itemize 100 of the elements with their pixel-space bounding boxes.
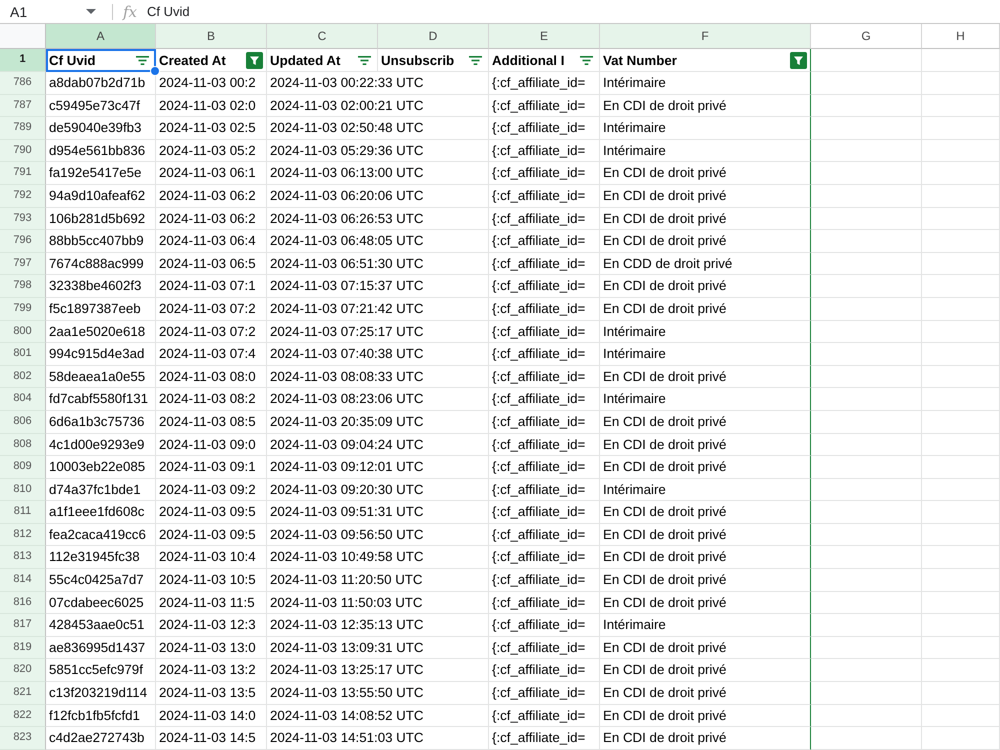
- name-box[interactable]: A1: [0, 1, 104, 22]
- table-cell: Intérimaire: [600, 478, 811, 502]
- formula-input[interactable]: Cf Uvid: [147, 1, 1000, 22]
- table-cell: {:cf_affiliate_id=: [489, 366, 600, 388]
- row-header[interactable]: 801: [0, 343, 46, 366]
- table-cell: 2024-11-03 07:25:17 UTC: [267, 320, 489, 344]
- table-cell: 2024-11-03 10:4: [156, 546, 267, 570]
- table-cell: 2024-11-03 08:08:33 UTC: [267, 366, 489, 388]
- table-cell: 2024-11-03 02:0: [156, 94, 267, 118]
- table-cell: {:cf_affiliate_id=: [489, 546, 600, 570]
- table-cell: {:cf_affiliate_id=: [489, 343, 600, 366]
- table-cell: 2024-11-03 06:4: [156, 230, 267, 253]
- table-cell: {:cf_affiliate_id=: [489, 614, 600, 637]
- column-header[interactable]: C: [267, 24, 378, 49]
- table-cell: En CDI de droit privé: [600, 366, 811, 388]
- table-cell: Intérimaire: [600, 72, 811, 95]
- row-header[interactable]: 798: [0, 275, 46, 298]
- filter-icon[interactable]: [246, 52, 263, 68]
- filter-icon[interactable]: [469, 56, 482, 64]
- table-cell: 2024-11-03 14:5: [156, 727, 267, 750]
- table-cell: {:cf_affiliate_id=: [489, 275, 600, 298]
- row-header[interactable]: 787: [0, 94, 46, 118]
- row-header[interactable]: 810: [0, 478, 46, 502]
- column-header[interactable]: F: [600, 24, 811, 49]
- table-cell: 2024-11-03 08:0: [156, 366, 267, 388]
- row-header[interactable]: 789: [0, 117, 46, 140]
- row-header[interactable]: 817: [0, 614, 46, 637]
- table-cell: 2024-11-03 09:56:50 UTC: [267, 524, 489, 546]
- column-header[interactable]: B: [156, 24, 267, 49]
- table-cell: 2024-11-03 14:08:52 UTC: [267, 704, 489, 728]
- row-header[interactable]: 809: [0, 456, 46, 479]
- row-header[interactable]: 786: [0, 72, 46, 95]
- table-cell: {:cf_affiliate_id=: [489, 162, 600, 185]
- table-cell: 2024-11-03 06:13:00 UTC: [267, 162, 489, 185]
- table-cell: En CDI de droit privé: [600, 275, 811, 298]
- column-title: Cf Uvid: [49, 53, 96, 68]
- table-cell: 2024-11-03 13:25:17 UTC: [267, 659, 489, 682]
- column-header[interactable]: E: [489, 24, 600, 49]
- table-cell: fea2caca419cc6: [46, 524, 156, 546]
- row-header[interactable]: 800: [0, 320, 46, 344]
- table-cell: 2024-11-03 07:21:42 UTC: [267, 298, 489, 321]
- table-cell: En CDI de droit privé: [600, 501, 811, 524]
- table-cell: fa192e5417e5e: [46, 162, 156, 185]
- row-header[interactable]: 804: [0, 388, 46, 411]
- table-cell: {:cf_affiliate_id=: [489, 478, 600, 502]
- row-header[interactable]: 797: [0, 252, 46, 276]
- table-cell: {:cf_affiliate_id=: [489, 184, 600, 208]
- table-cell: En CDI de droit privé: [600, 230, 811, 253]
- function-label: fx: [123, 2, 138, 20]
- row-header[interactable]: 813: [0, 546, 46, 570]
- table-cell: 2024-11-03 05:29:36 UTC: [267, 140, 489, 162]
- row-header[interactable]: 808: [0, 434, 46, 456]
- table-cell: {:cf_affiliate_id=: [489, 501, 600, 524]
- row-header[interactable]: 811: [0, 501, 46, 524]
- fill-handle[interactable]: [150, 66, 160, 76]
- row-header[interactable]: 792: [0, 184, 46, 208]
- table-cell: 2024-11-03 14:0: [156, 704, 267, 728]
- table-cell: En CDD de droit privé: [600, 252, 811, 276]
- table-cell: d74a37fc1bde1: [46, 478, 156, 502]
- filter-icon[interactable]: [580, 56, 593, 64]
- row-header[interactable]: 819: [0, 636, 46, 660]
- row-header[interactable]: 812: [0, 524, 46, 546]
- row-header[interactable]: 796: [0, 230, 46, 253]
- filter-icon[interactable]: [358, 56, 371, 64]
- table-cell: 10003eb22e085: [46, 456, 156, 479]
- table-cell: 106b281d5b692: [46, 208, 156, 230]
- table-cell: 2024-11-03 09:12:01 UTC: [267, 456, 489, 479]
- table-cell: 2024-11-03 09:2: [156, 478, 267, 502]
- row-header[interactable]: 1: [0, 49, 46, 72]
- row-header[interactable]: 793: [0, 208, 46, 230]
- row-header[interactable]: 802: [0, 366, 46, 388]
- row-header[interactable]: 822: [0, 704, 46, 728]
- table-cell: {:cf_affiliate_id=: [489, 388, 600, 411]
- table-cell: 2024-11-03 09:04:24 UTC: [267, 434, 489, 456]
- filter-icon[interactable]: [790, 52, 807, 68]
- row-header[interactable]: 799: [0, 298, 46, 321]
- table-cell: En CDI de droit privé: [600, 659, 811, 682]
- column-title: Vat Number: [603, 52, 677, 68]
- row-header[interactable]: 806: [0, 410, 46, 434]
- column-header[interactable]: H: [922, 24, 1000, 49]
- column-header[interactable]: G: [811, 24, 922, 49]
- table-cell: En CDI de droit privé: [600, 456, 811, 479]
- row-header[interactable]: 790: [0, 140, 46, 162]
- column-header[interactable]: D: [378, 24, 489, 49]
- row-header[interactable]: 816: [0, 592, 46, 614]
- table-cell: {:cf_affiliate_id=: [489, 704, 600, 728]
- table-cell: 55c4c0425a7d7: [46, 569, 156, 592]
- table-cell: {:cf_affiliate_id=: [489, 569, 600, 592]
- row-header[interactable]: 820: [0, 659, 46, 682]
- table-cell: {:cf_affiliate_id=: [489, 434, 600, 456]
- row-header[interactable]: 791: [0, 162, 46, 185]
- column-header[interactable]: A: [46, 24, 156, 49]
- row-header[interactable]: 823: [0, 727, 46, 750]
- filter-icon[interactable]: [136, 56, 149, 65]
- table-cell: ae836995d1437: [46, 636, 156, 660]
- row-header[interactable]: 814: [0, 569, 46, 592]
- table-cell: 2024-11-03 13:0: [156, 636, 267, 660]
- row-header[interactable]: 821: [0, 682, 46, 705]
- table-cell: 428453aae0c51: [46, 614, 156, 637]
- table-cell: {:cf_affiliate_id=: [489, 524, 600, 546]
